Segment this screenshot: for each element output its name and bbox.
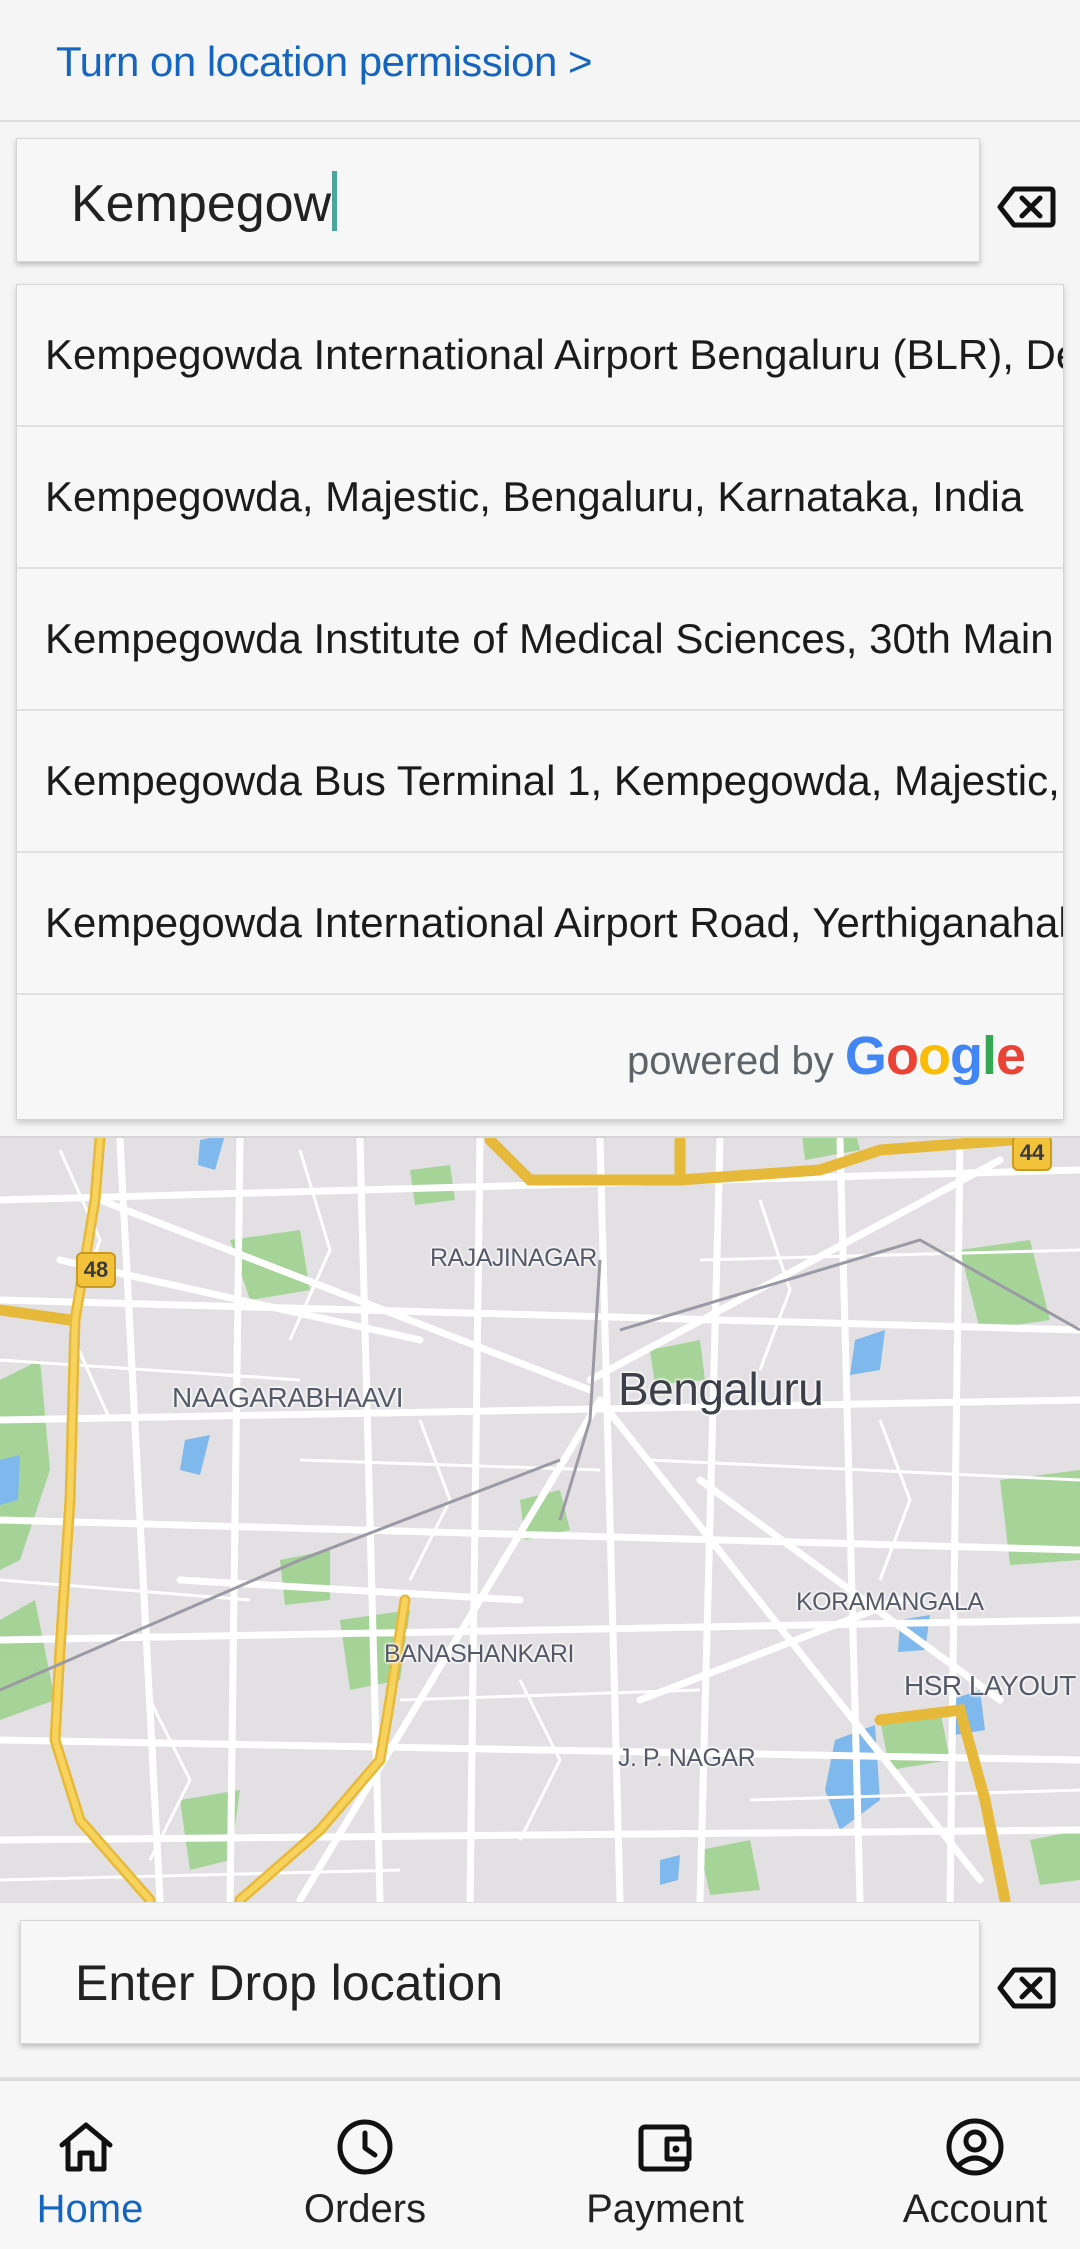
top-bar: Turn on location permission > [0, 0, 1080, 122]
backspace-icon [997, 186, 1056, 228]
nav-account-label: Account [902, 2187, 1048, 2231]
suggestion-item[interactable]: Kempegowda Institute of Medical Sciences… [17, 569, 1063, 711]
map-label-naagarabhaavi: NAAGARABHAAVI [172, 1382, 404, 1413]
suggestion-text: Kempegowda, Majestic, Bengaluru, Karnata… [45, 473, 1024, 520]
google-logo: Google [844, 1026, 1026, 1086]
nav-payment-label: Payment [586, 2187, 744, 2231]
map-label-rajajinagar: RAJAJINAGAR [430, 1244, 597, 1272]
map-label-city: Bengaluru [618, 1363, 824, 1415]
highway-48-shield: 48 [76, 1252, 116, 1288]
pickup-search-value: Kempegow [71, 175, 332, 233]
suggestion-item[interactable]: Kempegowda International Airport Bengalu… [17, 285, 1063, 427]
drop-clear-button[interactable] [996, 1964, 1056, 2012]
map-label-jp-nagar: J. P. NAGAR [618, 1744, 756, 1772]
suggestions-list: Kempegowda International Airport Bengalu… [16, 284, 1064, 1120]
pickup-search-value-wrapper: Kempegow [71, 171, 338, 234]
nav-account[interactable]: Account [895, 2081, 1055, 2249]
nav-orders[interactable]: Orders [285, 2081, 445, 2249]
highway-44-shield: 44 [1012, 1135, 1052, 1171]
text-caret [332, 171, 338, 231]
location-permission-link[interactable]: Turn on location permission > [56, 38, 593, 86]
clock-icon [333, 2115, 397, 2179]
pickup-search-field[interactable]: Kempegow [16, 138, 980, 262]
nav-payment[interactable]: Payment [585, 2081, 745, 2249]
nav-orders-label: Orders [303, 2187, 427, 2231]
map-label-hsr-layout: HSR LAYOUT [904, 1670, 1076, 1701]
suggestion-item[interactable]: Kempegowda International Airport Road, Y… [17, 853, 1063, 995]
suggestion-text: Kempegowda Bus Terminal 1, Kempegowda, M… [45, 757, 1063, 804]
drop-location-field[interactable] [20, 1920, 980, 2044]
suggestion-text: Kempegowda Institute of Medical Sciences… [45, 615, 1063, 662]
suggestion-item[interactable]: Kempegowda, Majestic, Bengaluru, Karnata… [17, 427, 1063, 569]
map-label-koramangala: KORAMANGALA [796, 1588, 984, 1616]
account-icon [943, 2115, 1007, 2179]
suggestion-text: Kempegowda International Airport Bengalu… [45, 331, 1063, 378]
drop-location-input[interactable] [75, 1945, 935, 2021]
wallet-icon [633, 2115, 697, 2179]
map-label-banashankari: BANASHANKARI [384, 1640, 574, 1668]
powered-by-google: powered by Google [627, 1025, 1026, 1087]
nav-home-label: Home [36, 2187, 144, 2231]
bottom-navigation: Home Orders Payment Account [0, 2079, 1080, 2249]
suggestion-text: Kempegowda International Airport Road, Y… [45, 899, 1063, 946]
backspace-icon [997, 1967, 1056, 2009]
suggestion-item[interactable]: Kempegowda Bus Terminal 1, Kempegowda, M… [17, 711, 1063, 853]
pickup-clear-button[interactable] [996, 183, 1056, 231]
nav-home[interactable]: Home [0, 2081, 180, 2249]
powered-by-text: powered by [627, 1039, 834, 1083]
home-icon [54, 2115, 118, 2179]
